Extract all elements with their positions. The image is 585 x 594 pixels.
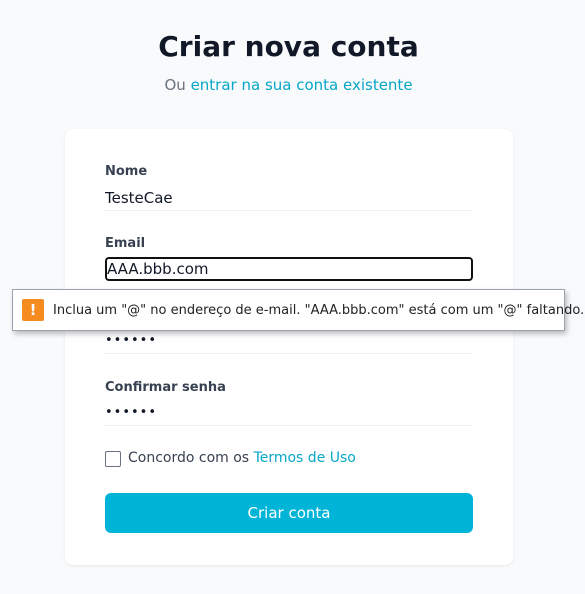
validation-message: Inclua um "@" no endereço de e-mail. "AA… (53, 303, 585, 318)
confirm-password-label: Confirmar senha (105, 380, 226, 395)
terms-prefix: Concordo com os (128, 450, 250, 466)
terms-link[interactable]: Termos de Uso (254, 450, 356, 466)
email-field[interactable] (105, 257, 473, 281)
signup-card: Nome Email Confirmar senha Concordo com … (65, 129, 513, 565)
name-label: Nome (105, 164, 148, 179)
page-subtitle: Ou entrar na sua conta existente (0, 76, 577, 94)
login-link[interactable]: entrar na sua conta existente (191, 76, 413, 94)
subtitle-prefix: Ou (164, 76, 186, 94)
create-account-button[interactable]: Criar conta (105, 493, 473, 533)
validation-tooltip: ! Inclua um "@" no endereço de e-mail. "… (12, 289, 584, 331)
terms-label: Concordo com os Termos de Uso (128, 450, 356, 466)
warning-icon: ! (22, 299, 44, 321)
name-field[interactable] (105, 187, 473, 211)
terms-checkbox[interactable] (105, 451, 121, 467)
confirm-password-field[interactable] (105, 402, 473, 426)
page-title: Criar nova conta (158, 30, 419, 63)
password-field[interactable] (105, 330, 473, 354)
email-label: Email (105, 236, 146, 251)
